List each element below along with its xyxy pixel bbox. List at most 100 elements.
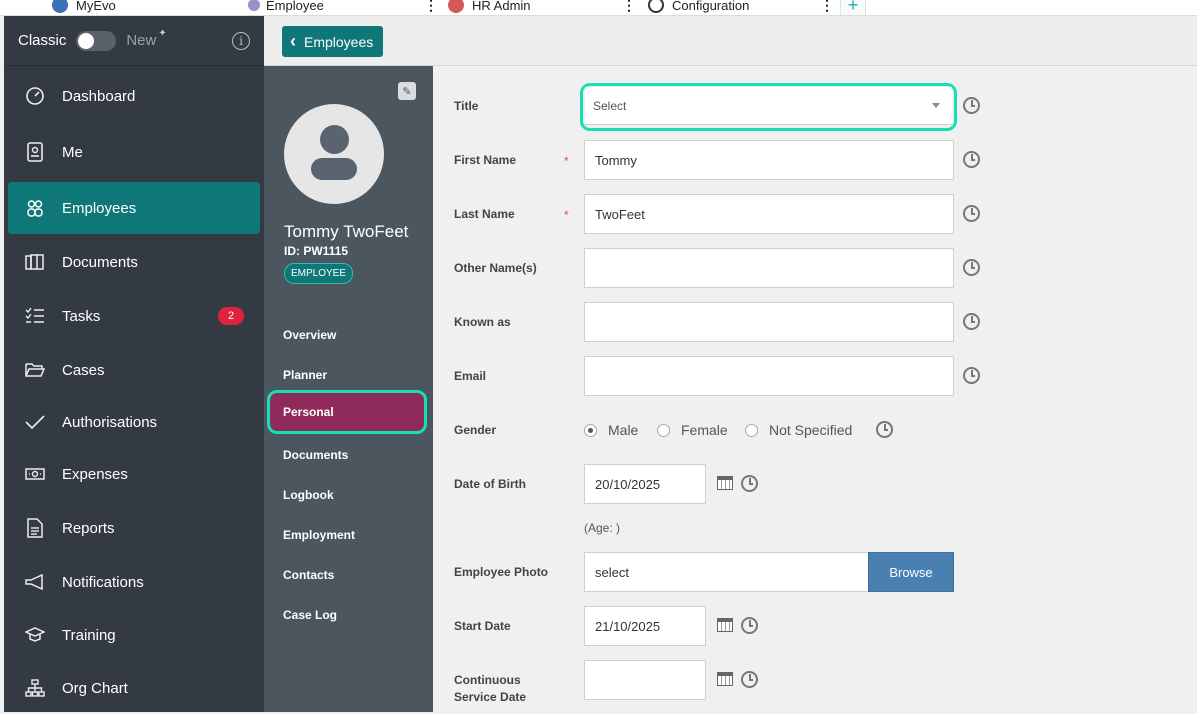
employee-photo-input[interactable]: select [584,552,870,592]
continuous-service-date-input[interactable] [584,660,706,700]
classic-new-toggle[interactable] [76,30,117,51]
sidebar-item-training[interactable]: Training [8,609,260,661]
title-select[interactable]: Select [585,87,952,125]
history-icon[interactable] [741,475,758,492]
first-name-input[interactable]: Tommy [584,140,954,180]
edit-pencil-icon[interactable]: ✎ [398,82,416,100]
employee-id: ID: PW1115 [284,244,349,258]
gender-female-label: Female [681,422,728,438]
sidebar-item-dashboard[interactable]: Dashboard [8,70,260,122]
history-icon[interactable] [741,617,758,634]
continuous-service-label-line1: Continuous [454,673,521,687]
email-field[interactable] [584,356,954,396]
other-names-label: Other Name(s) [454,261,537,275]
sparkle-icon: ✦ [158,28,167,39]
info-icon[interactable]: i [232,31,250,50]
tab-strip: MyEvo Employee ⋮ HR Admin ⋮ Configuratio… [0,0,1197,16]
sidebar-item-documents[interactable]: Documents [8,236,260,288]
tab-menu-icon[interactable]: ⋮ [424,0,438,14]
gender-not-specified-label: Not Specified [769,422,853,438]
report-icon [24,517,46,539]
tab-configuration[interactable]: Configuration ⋮ [648,0,834,15]
history-icon[interactable] [963,151,980,168]
sidebar-item-label: Cases [62,361,105,379]
back-to-employees-button[interactable]: ‹ Employees [282,26,384,57]
sidebar-item-label: Notifications [62,573,144,591]
history-icon[interactable] [963,97,980,114]
history-icon[interactable] [876,421,893,438]
first-name-value: Tommy [595,152,637,168]
tab-employee[interactable]: Employee ⋮ [248,0,438,15]
browse-button[interactable]: Browse [868,552,954,592]
calendar-icon[interactable] [717,672,733,686]
history-icon[interactable] [963,367,980,384]
gender-female-radio[interactable] [657,424,670,437]
known-as-input[interactable] [584,302,954,342]
calendar-icon[interactable] [717,618,733,632]
start-date-input[interactable]: 21/10/2025 [584,606,706,646]
hr-admin-icon [448,0,464,13]
sidebar-item-notifications[interactable]: Notifications [8,556,260,608]
avatar-body [311,158,357,180]
employee-status-badge: EMPLOYEE [284,263,354,284]
avatar-head [320,125,349,154]
avatar [284,104,384,204]
history-icon[interactable] [741,671,758,688]
profile-nav-overview[interactable]: Overview [283,328,336,342]
profile-nav-employment[interactable]: Employment [283,528,355,542]
sidebar: Classic New ✦ i Dashboard Me Employees D… [4,16,264,712]
sidebar-item-label: Dashboard [62,87,136,105]
sidebar-item-expenses[interactable]: Expenses [8,448,260,500]
chevron-left-icon: ‹ [290,31,296,51]
sidebar-item-org-chart[interactable]: Org Chart [8,662,260,714]
history-icon[interactable] [963,259,980,276]
employee-photo-label: Employee Photo [454,565,549,579]
sidebar-item-employees[interactable]: Employees [8,182,260,234]
profile-nav-contacts[interactable]: Contacts [283,568,334,582]
gender-male-label: Male [608,422,639,438]
tasks-count-badge: 2 [218,307,244,325]
profile-nav-personal[interactable]: Personal [267,390,427,434]
sidebar-item-reports[interactable]: Reports [8,502,260,554]
sidebar-item-label: Documents [62,253,138,271]
new-tab-button[interactable]: + [840,0,866,15]
dob-input[interactable]: 20/10/2025 [584,464,706,504]
calendar-icon[interactable] [717,476,733,490]
gender-male-radio[interactable] [584,424,597,437]
continuous-service-label-line2: Service Date [454,690,527,704]
sidebar-header: Classic New ✦ i [4,16,264,66]
profile-nav-case-log[interactable]: Case Log [283,608,337,622]
org-chart-icon [24,677,46,699]
sidebar-item-cases[interactable]: Cases [8,344,260,396]
history-icon[interactable] [963,205,980,222]
cash-icon [24,463,46,485]
checklist-icon [24,305,46,327]
id-badge-icon [24,141,46,163]
gender-not-specified-radio[interactable] [745,424,758,437]
profile-nav-label: Personal [283,405,334,419]
profile-nav-documents[interactable]: Documents [283,448,348,462]
sidebar-item-label: Expenses [62,465,128,483]
folder-icon [24,359,46,381]
sidebar-item-label: Org Chart [62,679,128,697]
sidebar-item-tasks[interactable]: Tasks 2 [8,290,260,342]
last-name-input[interactable]: TwoFeet [584,194,954,234]
tab-menu-icon[interactable]: ⋮ [820,0,834,14]
history-icon[interactable] [963,313,980,330]
profile-nav-logbook[interactable]: Logbook [283,488,334,502]
tab-hr-admin[interactable]: HR Admin ⋮ [448,0,636,15]
caret-down-icon [932,103,940,108]
tab-menu-icon[interactable]: ⋮ [622,0,636,14]
sidebar-item-label: Tasks [62,307,101,325]
email-label: Email [454,369,487,383]
dob-label: Date of Birth [454,477,526,491]
tab-myevo[interactable]: MyEvo [52,0,116,15]
profile-nav-planner[interactable]: Planner [283,368,327,382]
last-name-label: Last Name [454,207,515,221]
myevo-icon [52,0,68,13]
other-names-input[interactable] [584,248,954,288]
employee-profile-panel: ✎ Tommy TwoFeet ID: PW1115 EMPLOYEE Over… [264,66,433,712]
sidebar-item-label: Reports [62,519,115,537]
sidebar-item-authorisations[interactable]: Authorisations [8,396,260,448]
sidebar-item-me[interactable]: Me [8,126,260,178]
